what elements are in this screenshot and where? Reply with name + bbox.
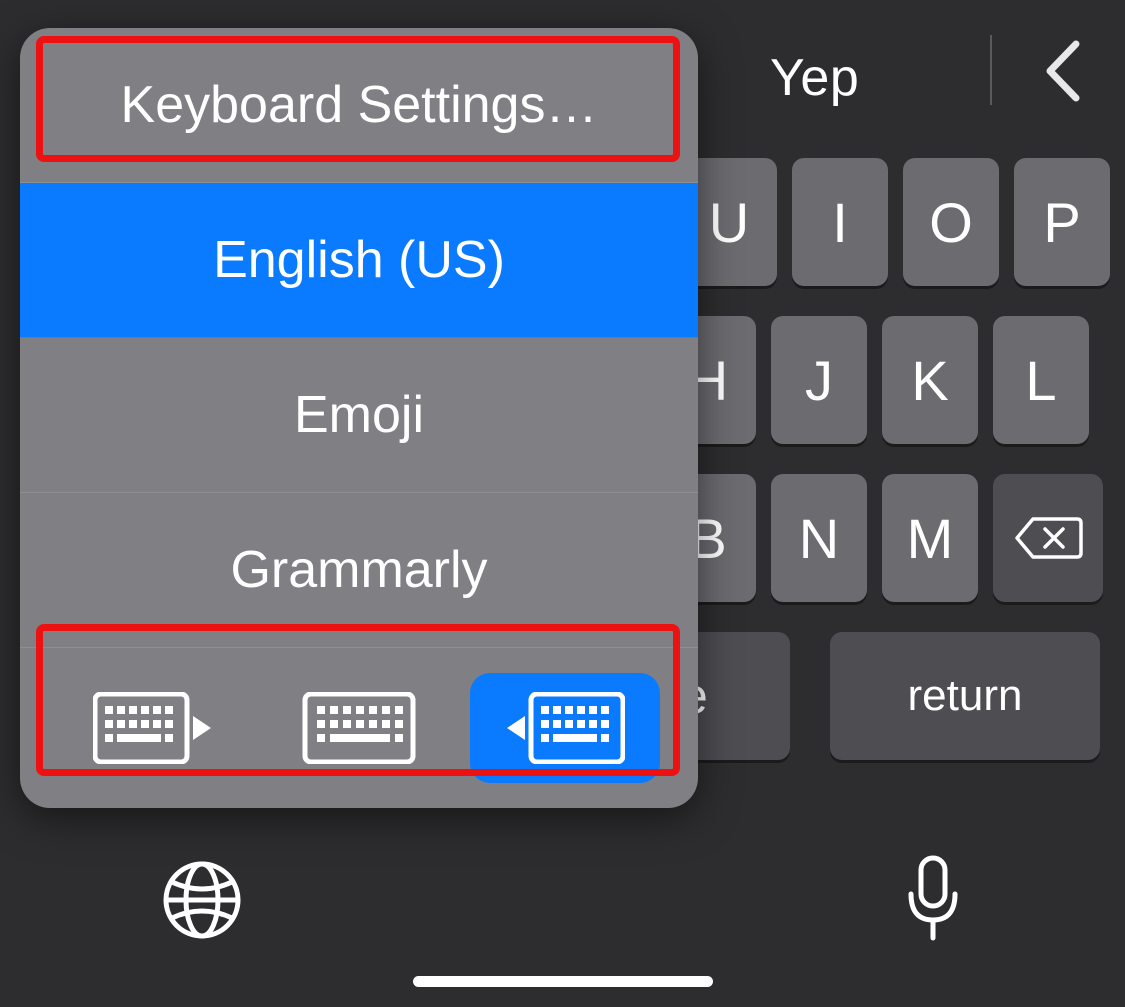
key-n[interactable]: N bbox=[771, 474, 867, 602]
dictation-button[interactable] bbox=[901, 854, 965, 951]
keyboard-right-icon bbox=[505, 692, 625, 764]
key-m[interactable]: M bbox=[882, 474, 978, 602]
bottom-bar bbox=[0, 837, 1125, 1007]
key-o[interactable]: O bbox=[903, 158, 999, 286]
key-k[interactable]: K bbox=[882, 316, 978, 444]
keyboard-position-left[interactable] bbox=[58, 673, 248, 783]
backspace-key[interactable] bbox=[993, 474, 1103, 602]
key-i[interactable]: I bbox=[792, 158, 888, 286]
keyboard-position-row bbox=[20, 648, 698, 808]
keyboard-option-emoji[interactable]: Emoji bbox=[20, 338, 698, 493]
suggestion-center[interactable]: Yep bbox=[770, 48, 859, 108]
key-j[interactable]: J bbox=[771, 316, 867, 444]
keyboard-settings-row[interactable]: Keyboard Settings… bbox=[20, 28, 698, 183]
keyboard-position-center[interactable] bbox=[264, 673, 454, 783]
home-indicator[interactable] bbox=[413, 976, 713, 987]
keyboard-option-english[interactable]: English (US) bbox=[20, 183, 698, 338]
suggestion-divider bbox=[990, 35, 992, 105]
globe-button[interactable] bbox=[160, 858, 244, 947]
globe-icon bbox=[160, 858, 244, 942]
keyboard-option-grammarly[interactable]: Grammarly bbox=[20, 493, 698, 648]
key-l[interactable]: L bbox=[993, 316, 1089, 444]
key-p[interactable]: P bbox=[1014, 158, 1110, 286]
return-key[interactable]: return bbox=[830, 632, 1100, 760]
keyboard-center-icon bbox=[299, 692, 419, 764]
microphone-icon bbox=[901, 854, 965, 946]
backspace-icon bbox=[1013, 515, 1083, 561]
chevron-left-icon[interactable] bbox=[1038, 36, 1088, 111]
keyboard-left-icon bbox=[93, 692, 213, 764]
keyboard-position-right[interactable] bbox=[470, 673, 660, 783]
keyboard-switcher-popup: Keyboard Settings… English (US) Emoji Gr… bbox=[20, 28, 698, 808]
